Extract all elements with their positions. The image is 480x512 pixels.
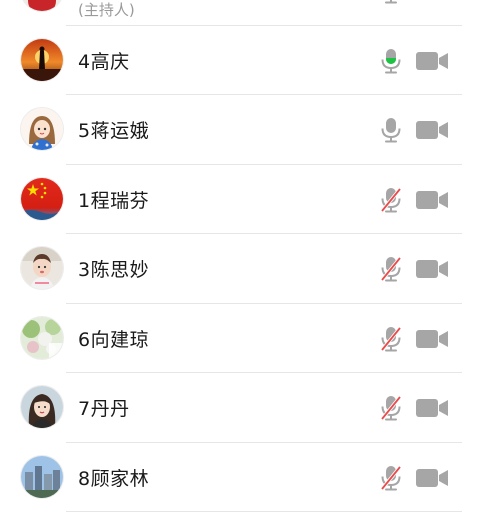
- microphone-speaking-icon[interactable]: [380, 48, 402, 74]
- participant-list: (主持人): [0, 0, 480, 512]
- video-camera-icon[interactable]: [416, 0, 449, 2]
- participant-row[interactable]: (主持人): [0, 0, 480, 26]
- microphone-icon[interactable]: [380, 117, 402, 143]
- microphone-muted-icon[interactable]: [380, 395, 402, 421]
- video-camera-icon[interactable]: [416, 119, 449, 141]
- participant-row[interactable]: 1程瑞芬: [0, 165, 480, 235]
- child-photo-avatar-icon: [21, 247, 63, 289]
- participant-name: 6向建琼: [78, 325, 149, 352]
- video-camera-icon[interactable]: [416, 328, 449, 350]
- participant-name: 4高庆: [78, 47, 130, 74]
- participant-row[interactable]: 3陈思妙: [0, 234, 480, 304]
- host-role-label: (主持人): [78, 0, 135, 20]
- participant-row[interactable]: 6向建琼: [0, 304, 480, 374]
- video-camera-icon[interactable]: [416, 467, 449, 489]
- avatar-red-icon: [21, 0, 63, 11]
- woman-portrait-avatar-icon: [21, 386, 63, 428]
- garden-photo-avatar-icon: [21, 317, 63, 359]
- video-camera-icon[interactable]: [416, 258, 449, 280]
- city-view-avatar-icon: [21, 456, 63, 498]
- microphone-muted-icon[interactable]: [380, 256, 402, 282]
- chinese-flag-avatar-icon: [21, 178, 63, 220]
- microphone-muted-icon[interactable]: [380, 326, 402, 352]
- participant-name: 5蒋运娥: [78, 116, 149, 143]
- participant-name: 7丹丹: [78, 394, 130, 421]
- participant-row[interactable]: 8顾家林: [0, 443, 480, 512]
- video-camera-icon[interactable]: [416, 50, 449, 72]
- video-camera-icon[interactable]: [416, 189, 449, 211]
- microphone-muted-icon[interactable]: [380, 465, 402, 491]
- participant-name: 3陈思妙: [78, 255, 149, 282]
- microphone-icon[interactable]: [380, 0, 402, 4]
- cartoon-girl-avatar-icon: [21, 108, 63, 150]
- sunset-silhouette-avatar-icon: [21, 39, 63, 81]
- participant-name: 1程瑞芬: [78, 186, 149, 213]
- video-camera-icon[interactable]: [416, 397, 449, 419]
- microphone-muted-icon[interactable]: [380, 187, 402, 213]
- participant-row[interactable]: 4高庆: [0, 26, 480, 96]
- participant-row[interactable]: 5蒋运娥: [0, 95, 480, 165]
- participant-row[interactable]: 7丹丹: [0, 373, 480, 443]
- participant-name: 8顾家林: [78, 464, 149, 491]
